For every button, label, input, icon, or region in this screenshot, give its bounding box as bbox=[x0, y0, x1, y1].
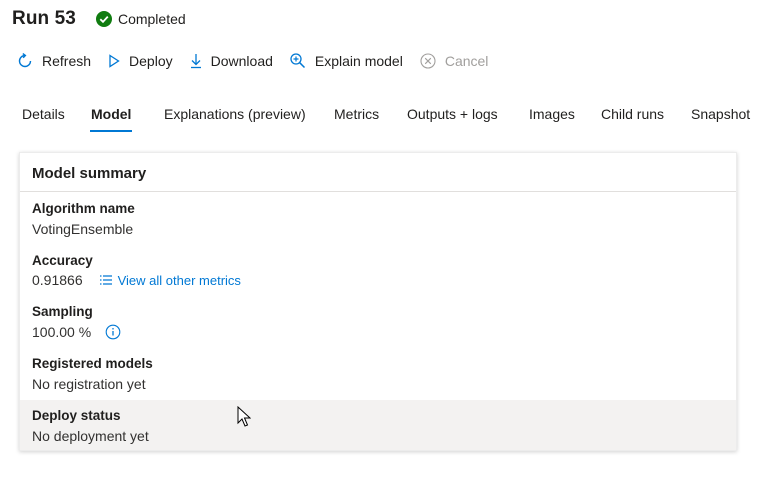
page-header: Run 53 Completed bbox=[12, 8, 186, 30]
registered-models-value: No registration yet bbox=[32, 376, 146, 392]
status-text: Completed bbox=[117, 11, 186, 27]
card-divider bbox=[20, 191, 736, 192]
deploy-status-value: No deployment yet bbox=[32, 428, 149, 444]
model-summary-card: Model summary Algorithm name VotingEnsem… bbox=[19, 152, 737, 451]
tab-model[interactable]: Model bbox=[91, 106, 131, 122]
status-badge: Completed bbox=[95, 11, 186, 27]
card-title: Model summary bbox=[32, 165, 147, 182]
tab-details[interactable]: Details bbox=[22, 106, 65, 122]
active-tab-indicator bbox=[90, 130, 132, 132]
mouse-cursor-icon bbox=[237, 406, 251, 427]
cancel-circle-icon bbox=[420, 53, 436, 69]
tab-explanations[interactable]: Explanations (preview) bbox=[164, 106, 306, 122]
accuracy-value: 0.91866 bbox=[32, 272, 83, 288]
download-button[interactable]: Download bbox=[189, 50, 273, 72]
cancel-label: Cancel bbox=[444, 53, 489, 69]
explain-model-label: Explain model bbox=[314, 53, 403, 69]
tab-outputs-logs[interactable]: Outputs + logs bbox=[407, 106, 498, 122]
cancel-button[interactable]: Cancel bbox=[419, 50, 489, 72]
download-label: Download bbox=[210, 53, 273, 69]
download-icon bbox=[190, 54, 201, 69]
sampling-value: 100.00 % bbox=[32, 324, 92, 340]
deploy-button[interactable]: Deploy bbox=[107, 50, 173, 72]
view-metrics-link[interactable]: View all other metrics bbox=[99, 273, 241, 288]
command-bar: Refresh Deploy Download Explain model Ca… bbox=[16, 50, 504, 72]
refresh-icon bbox=[18, 53, 32, 68]
view-metrics-label: View all other metrics bbox=[117, 272, 241, 288]
deploy-label: Deploy bbox=[129, 53, 173, 69]
list-icon bbox=[99, 275, 112, 285]
zoom-in-icon bbox=[290, 53, 305, 69]
accuracy-row: 0.91866 View all other metrics bbox=[32, 272, 241, 288]
tab-child-runs[interactable]: Child runs bbox=[601, 106, 664, 122]
sampling-row: 100.00 % bbox=[32, 324, 121, 340]
algorithm-value: VotingEnsemble bbox=[32, 221, 134, 237]
tab-images[interactable]: Images bbox=[529, 106, 575, 122]
check-circle-icon bbox=[95, 11, 112, 27]
play-icon bbox=[109, 54, 120, 68]
tab-metrics[interactable]: Metrics bbox=[334, 106, 379, 122]
tab-snapshot[interactable]: Snapshot bbox=[691, 106, 750, 122]
accuracy-label: Accuracy bbox=[32, 253, 93, 268]
run-title: Run 53 bbox=[12, 8, 76, 29]
deploy-status-label: Deploy status bbox=[32, 408, 121, 423]
sampling-label: Sampling bbox=[32, 304, 93, 319]
registered-models-label: Registered models bbox=[32, 356, 153, 371]
refresh-button[interactable]: Refresh bbox=[16, 50, 91, 72]
explain-model-button[interactable]: Explain model bbox=[289, 50, 403, 72]
info-icon[interactable] bbox=[105, 324, 121, 340]
refresh-label: Refresh bbox=[42, 53, 92, 69]
algorithm-label: Algorithm name bbox=[32, 201, 135, 216]
